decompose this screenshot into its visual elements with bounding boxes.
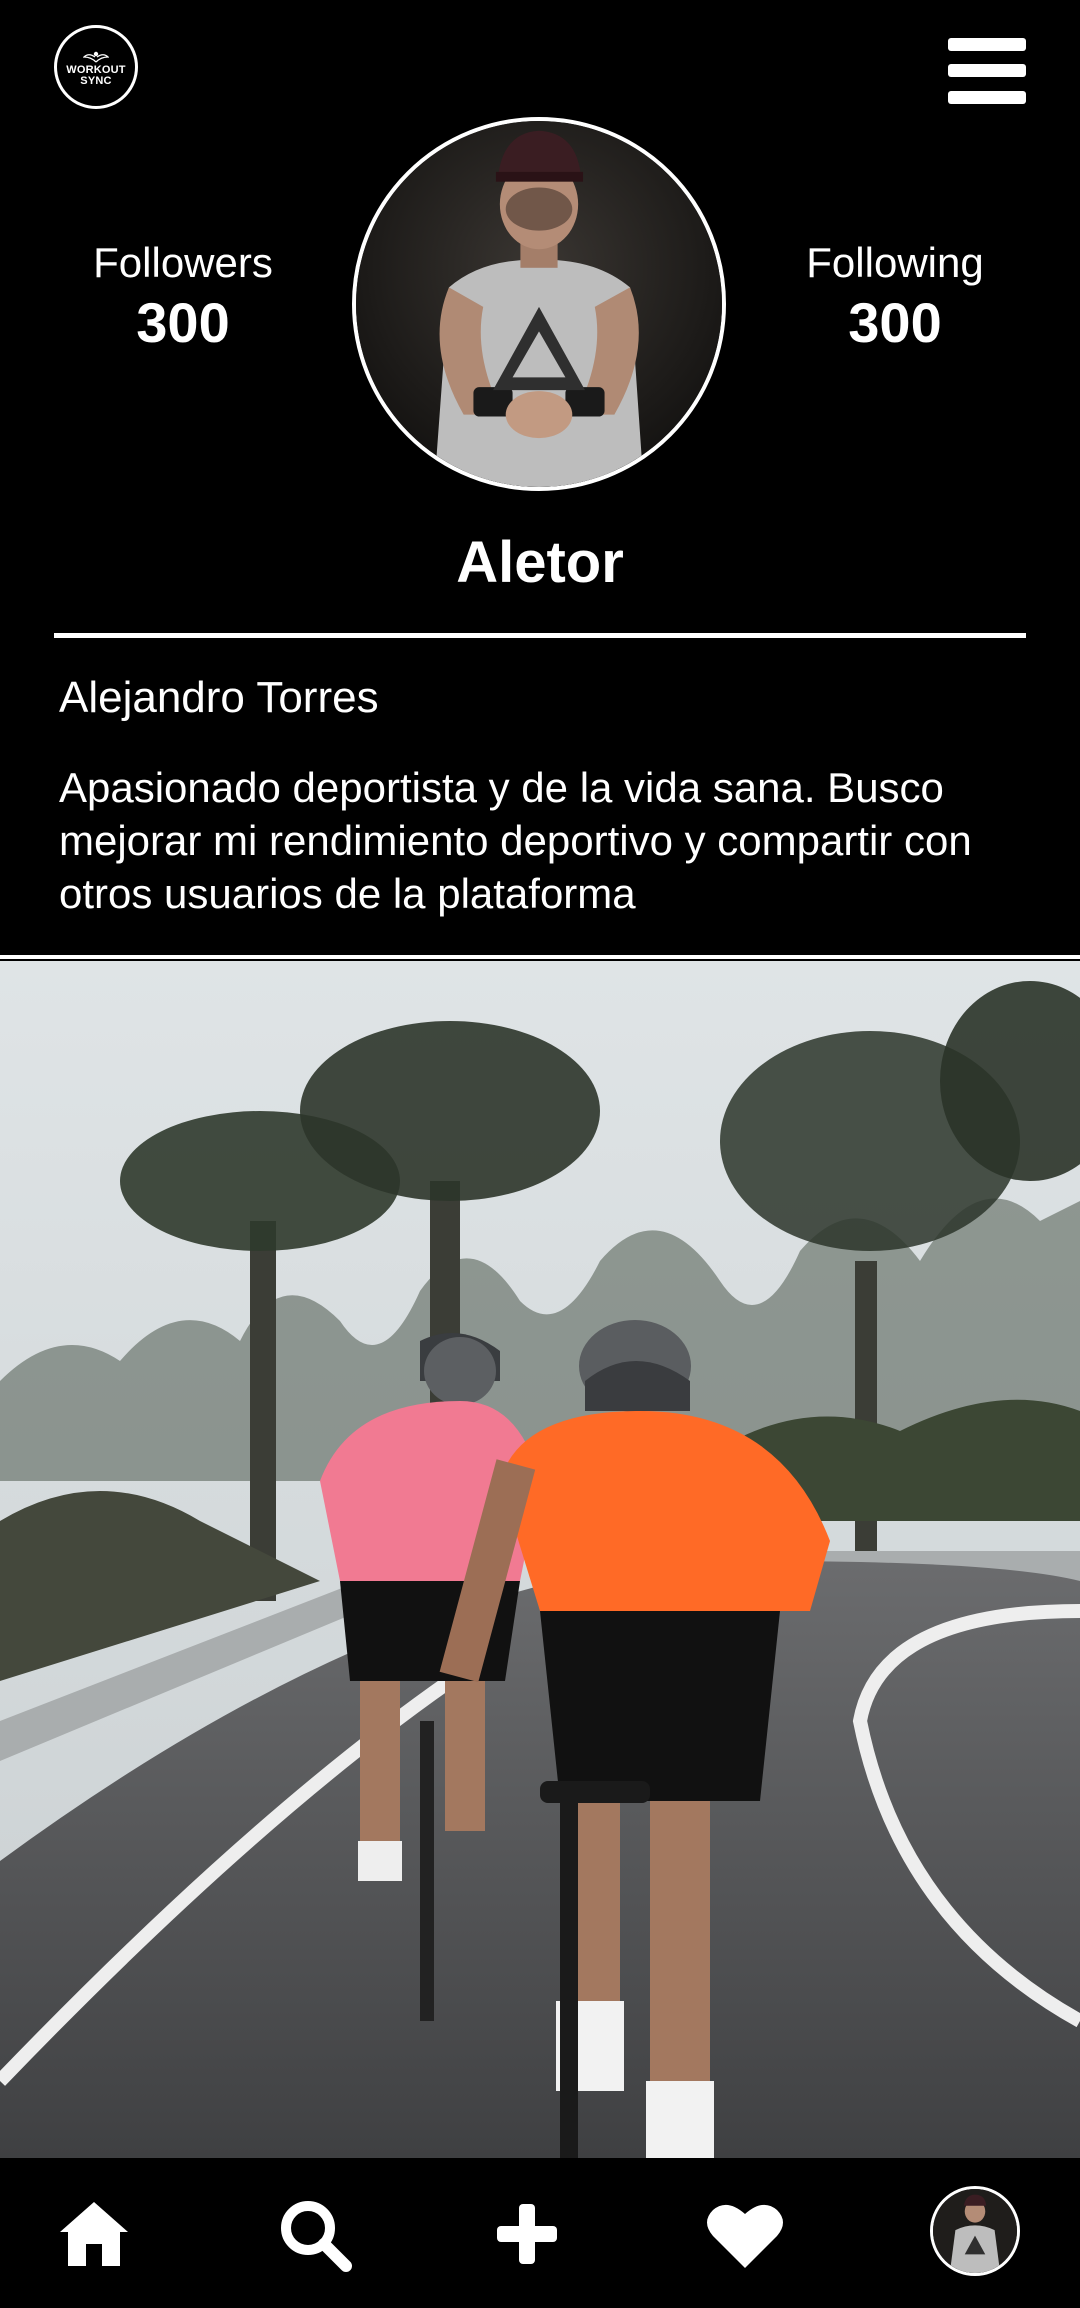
wings-icon: [83, 51, 109, 62]
followers-stat[interactable]: Followers 300: [53, 238, 313, 358]
post-divider: [0, 955, 1080, 959]
search-icon[interactable]: [276, 2196, 352, 2272]
profile-divider: [54, 633, 1026, 638]
logo-text-line2: SYNC: [80, 74, 112, 87]
followers-label: Followers: [93, 239, 273, 286]
profile-photo: [356, 121, 722, 487]
heart-icon[interactable]: [705, 2196, 785, 2272]
username: Aletor: [456, 530, 624, 595]
plus-icon[interactable]: [489, 2196, 565, 2272]
nav-profile-avatar[interactable]: [930, 2186, 1020, 2276]
app-logo[interactable]: WORKOUT SYNC: [54, 25, 138, 109]
cyclists-photo: [0, 961, 1080, 2158]
following-count: 300: [848, 291, 942, 354]
full-name: Alejandro Torres: [59, 673, 379, 722]
following-label: Following: [806, 239, 984, 286]
hamburger-menu-icon[interactable]: [948, 38, 1026, 104]
followers-count: 300: [136, 291, 230, 354]
profile-photo-thumb: [933, 2189, 1017, 2273]
post-image[interactable]: [0, 961, 1080, 2158]
following-stat[interactable]: Following 300: [765, 238, 1025, 358]
bio: Apasionado deportista y de la vida sana.…: [59, 764, 972, 917]
profile-avatar[interactable]: [352, 117, 726, 491]
home-icon[interactable]: [56, 2196, 132, 2272]
bottom-nav: [0, 2158, 1080, 2308]
logo-text-line1: WORKOUT: [66, 63, 126, 76]
